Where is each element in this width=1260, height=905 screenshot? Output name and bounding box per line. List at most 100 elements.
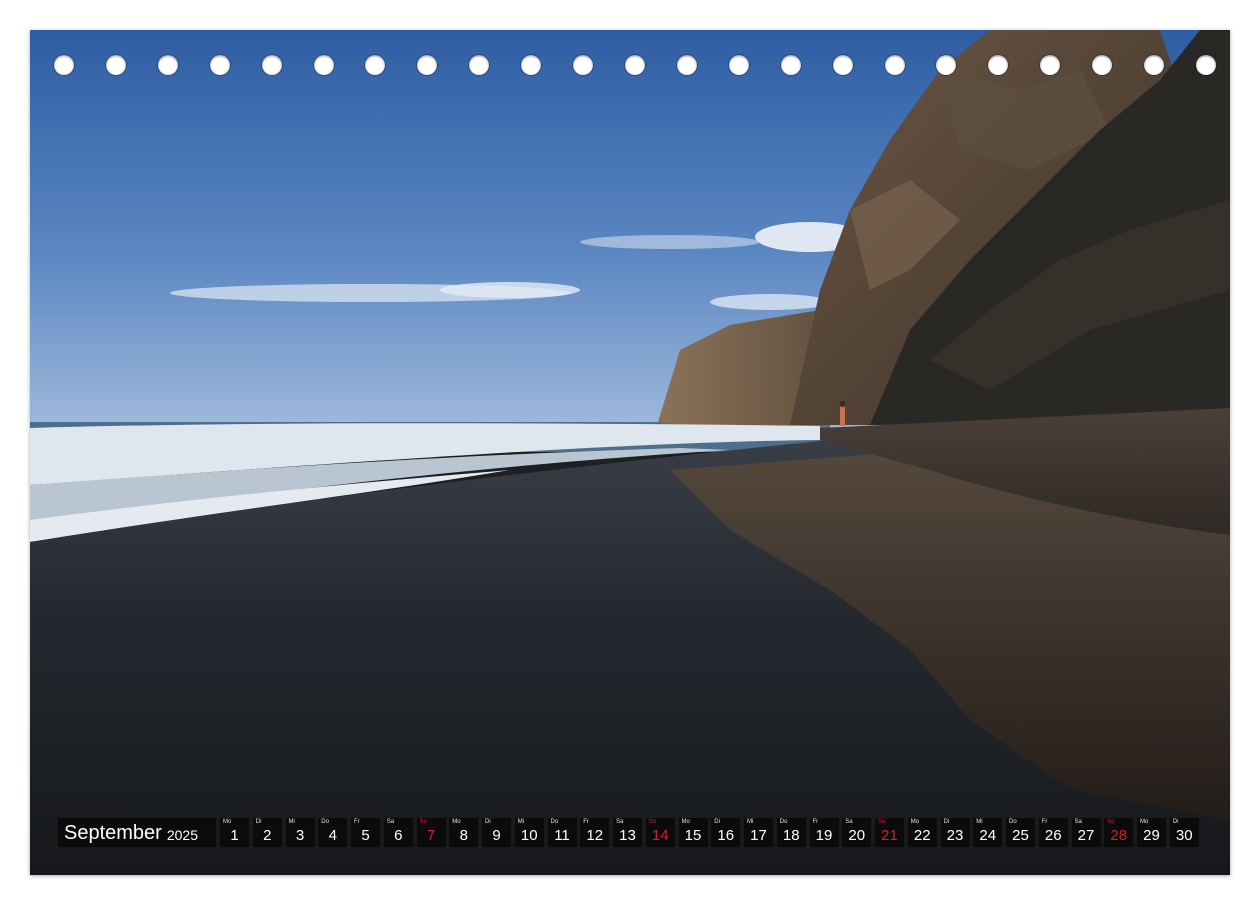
weekday-label: Sa	[1074, 819, 1082, 825]
day-number: 17	[750, 827, 767, 844]
day-cell: Do 18	[776, 818, 806, 847]
day-cell: Do 4	[318, 818, 348, 847]
day-cell: So 21	[875, 818, 904, 847]
weekday-label: So	[1107, 819, 1115, 825]
weekday-label: Di	[255, 819, 262, 825]
day-number: 7	[426, 827, 436, 844]
day-number: 15	[684, 827, 702, 844]
binding-hole	[417, 55, 438, 75]
weekday-label: Fr	[812, 819, 819, 825]
day-cell: Di 23	[940, 818, 970, 847]
calendar-strip: September 2025 Mo 1 Di 2 Mi 3 Do 4 Fr 5 Sa 6 So 7 Mo 8 D…	[58, 818, 1199, 847]
day-cell: Sa 27	[1071, 818, 1101, 847]
day-number: 1	[230, 827, 239, 844]
binding-hole	[573, 55, 594, 75]
day-cell: Mo 1	[220, 818, 249, 847]
weekday-label: Mo	[1140, 819, 1149, 825]
day-number: 29	[1143, 827, 1160, 844]
day-cell: Mo 29	[1137, 818, 1166, 847]
day-cell: So 7	[416, 818, 446, 847]
weekday-label: Sa	[616, 819, 624, 825]
day-number: 16	[717, 827, 735, 844]
day-cell: Fr 26	[1038, 818, 1068, 847]
day-cell: Mo 8	[449, 818, 479, 847]
spiral-binding-holes	[30, 30, 1230, 110]
day-number: 10	[520, 827, 538, 844]
day-number: 8	[459, 827, 468, 844]
weekday-label: Mi	[517, 819, 525, 825]
day-number: 6	[394, 827, 403, 844]
binding-hole	[884, 55, 905, 75]
day-number: 28	[1110, 827, 1128, 844]
weekday-label: Mi	[976, 819, 983, 825]
day-number: 24	[979, 827, 997, 844]
month-name: September	[64, 821, 162, 844]
day-number: 14	[651, 827, 669, 844]
weekday-label: Di	[714, 819, 720, 825]
day-cell: Di 9	[482, 818, 511, 847]
weekday-label: Mo	[910, 819, 920, 825]
beach-cliff-photo	[30, 30, 1230, 875]
day-cell: Mi 24	[973, 818, 1003, 847]
weekday-label: Di	[1172, 819, 1179, 825]
day-number: 26	[1044, 827, 1062, 844]
binding-hole	[1092, 55, 1113, 75]
binding-hole	[313, 55, 334, 75]
weekday-label: Mi	[288, 819, 295, 825]
binding-hole	[676, 55, 697, 75]
day-cell: Do 25	[1006, 818, 1035, 847]
binding-hole	[1144, 55, 1165, 75]
day-cell: Di 30	[1169, 818, 1199, 847]
binding-hole	[54, 55, 74, 75]
day-number: 19	[815, 827, 833, 844]
binding-hole	[728, 55, 749, 75]
weekday-label: So	[878, 819, 886, 825]
day-cell: Sa 13	[613, 818, 642, 847]
day-cell: Fr 5	[351, 818, 380, 847]
binding-hole	[469, 55, 490, 75]
day-cell: Sa 6	[383, 818, 413, 847]
binding-hole	[936, 55, 957, 75]
weekday-label: Mo	[681, 819, 690, 825]
binding-hole	[988, 55, 1009, 75]
weekday-label: So	[419, 819, 427, 825]
weekday-label: Di	[943, 819, 950, 825]
month-label: September 2025	[58, 818, 216, 847]
day-number: 21	[881, 827, 898, 844]
day-cell: Mi 17	[744, 818, 773, 847]
day-cell: Fr 19	[809, 818, 839, 847]
day-number: 12	[586, 827, 604, 844]
day-cell: Mo 22	[907, 818, 937, 847]
day-cell: So 14	[645, 818, 675, 847]
day-number: 9	[492, 827, 501, 844]
weekday-label: Mo	[452, 819, 461, 825]
day-cell: Do 11	[547, 818, 577, 847]
day-number: 23	[946, 827, 964, 844]
weekday-label: Do	[779, 819, 788, 825]
day-cell: Di 16	[711, 818, 741, 847]
weekday-label: Sa	[845, 819, 853, 825]
binding-hole	[625, 55, 645, 75]
binding-hole	[1196, 55, 1216, 75]
day-cell: Mi 3	[285, 818, 315, 847]
binding-hole	[521, 55, 542, 75]
day-cell: Mo 15	[678, 818, 708, 847]
binding-hole	[209, 55, 230, 75]
calendar-page: September 2025 Mo 1 Di 2 Mi 3 Do 4 Fr 5 Sa 6 So 7 Mo 8 D…	[30, 30, 1230, 875]
weekday-label: Fr	[1041, 819, 1048, 825]
binding-hole	[157, 55, 178, 75]
day-number: 3	[295, 827, 305, 844]
day-number: 20	[848, 827, 866, 844]
day-number: 2	[263, 827, 272, 844]
day-cell: So 28	[1104, 818, 1134, 847]
day-number: 18	[782, 827, 800, 844]
day-cell: Sa 20	[842, 818, 872, 847]
weekday-label: Do	[550, 819, 559, 825]
day-number: 30	[1175, 827, 1193, 844]
weekday-label: Fr	[583, 819, 589, 825]
weekday-label: Mo	[223, 819, 232, 825]
weekday-label: Sa	[386, 819, 395, 825]
binding-hole	[1040, 55, 1061, 75]
weekday-label: Do	[1009, 819, 1017, 825]
day-cell: Fr 12	[580, 818, 610, 847]
